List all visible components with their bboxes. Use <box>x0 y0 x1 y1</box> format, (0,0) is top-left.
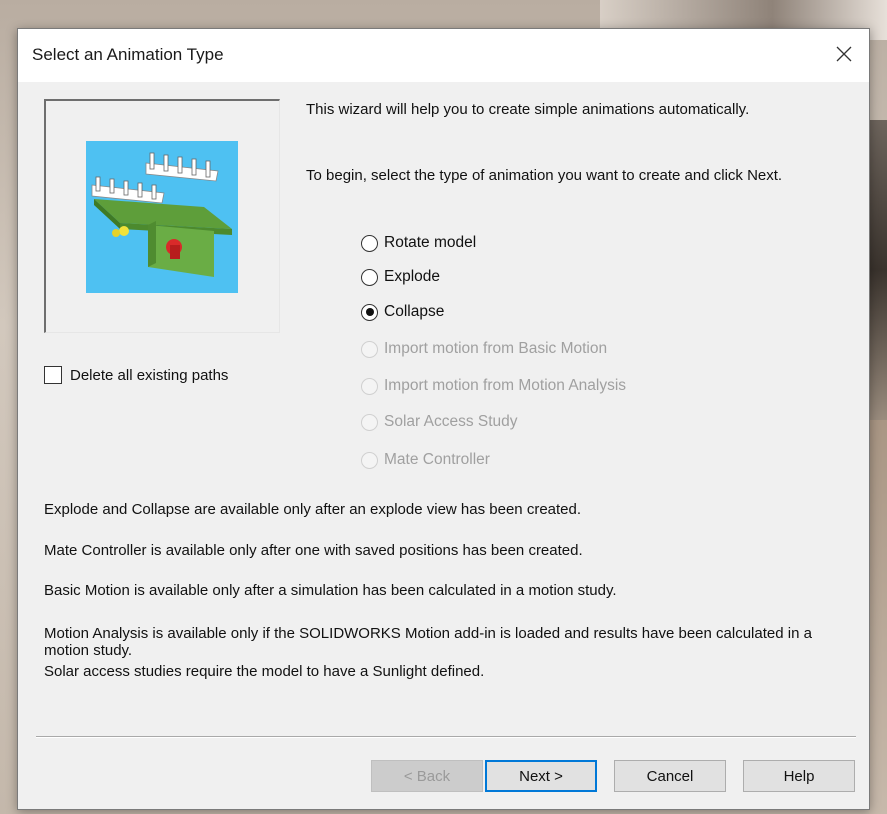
radio-label: Mate Controller <box>384 451 490 468</box>
radio-label: Solar Access Study <box>384 413 518 430</box>
radio-button <box>361 413 378 431</box>
title-bar: Select an Animation Type <box>18 29 869 82</box>
note-motion-analysis: Motion Analysis is available only if the… <box>44 625 812 659</box>
note-mate-controller: Mate Controller is available only after … <box>44 542 583 559</box>
close-icon <box>836 46 852 62</box>
note-explode: Explode and Collapse are available only … <box>44 501 582 518</box>
instruction-text: To begin, select the type of animation y… <box>306 167 783 184</box>
delete-paths-checkbox[interactable] <box>44 366 62 384</box>
radio-button <box>361 340 378 358</box>
back-button[interactable]: < Back <box>371 760 483 792</box>
note-solar-access: Solar access studies require the model t… <box>44 663 485 680</box>
help-button[interactable]: Help <box>743 760 855 792</box>
radio-button <box>361 377 378 395</box>
animation-wizard-dialog: Select an Animation Type Delete all exis… <box>17 28 870 810</box>
radio-button-selected[interactable] <box>361 303 378 321</box>
radio-label: Import motion from Basic Motion <box>384 340 608 357</box>
separator <box>36 736 856 738</box>
radio-explode[interactable]: Explode <box>361 268 440 286</box>
radio-import-basic-motion: Import motion from Basic Motion <box>361 340 607 358</box>
radio-button[interactable] <box>361 234 378 252</box>
delete-paths-checkbox-row[interactable]: Delete all existing paths <box>44 366 228 384</box>
radio-label: Explode <box>384 268 441 285</box>
radio-button[interactable] <box>361 268 378 286</box>
cancel-button[interactable]: Cancel <box>614 760 726 792</box>
radio-label: Rotate model <box>384 234 477 251</box>
intro-text: This wizard will help you to create simp… <box>306 101 750 118</box>
radio-import-motion-analysis: Import motion from Motion Analysis <box>361 377 626 395</box>
next-button[interactable]: Next > <box>485 760 597 792</box>
radio-mate-controller: Mate Controller <box>361 451 490 469</box>
assembly-model-preview-icon <box>86 141 238 293</box>
radio-rotate-model[interactable]: Rotate model <box>361 234 476 252</box>
radio-label: Import motion from Motion Analysis <box>384 377 627 394</box>
radio-label: Collapse <box>384 303 445 320</box>
dialog-title: Select an Animation Type <box>32 45 224 64</box>
radio-solar-access-study: Solar Access Study <box>361 413 518 431</box>
delete-paths-label: Delete all existing paths <box>70 366 229 384</box>
radio-collapse[interactable]: Collapse <box>361 303 444 321</box>
note-basic-motion: Basic Motion is available only after a s… <box>44 582 617 599</box>
close-button[interactable] <box>827 37 861 71</box>
preview-frame <box>44 99 280 333</box>
radio-button <box>361 451 378 469</box>
